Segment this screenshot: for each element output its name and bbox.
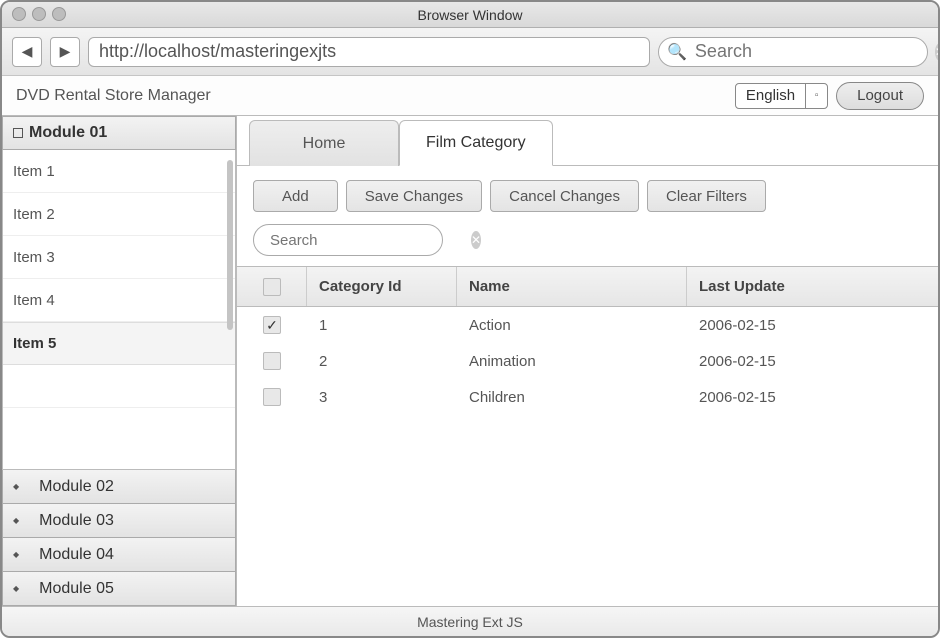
diamond-icon: ◆ — [13, 550, 19, 559]
search-icon: 🔍 — [667, 42, 687, 62]
col-name[interactable]: Name — [457, 267, 687, 306]
main-panel: HomeFilm Category Add Save Changes Cance… — [237, 116, 938, 606]
cell-id: 3 — [307, 389, 457, 406]
grid-body: ✓1Action2006-02-152Animation2006-02-153C… — [237, 307, 938, 606]
sidebar-item[interactable]: Item 5 — [3, 322, 235, 365]
clear-filters-button[interactable]: Clear Filters — [647, 180, 766, 212]
add-button[interactable]: Add — [253, 180, 338, 212]
grid-header-row: Category Id Name Last Update — [237, 267, 938, 307]
footer-text: Mastering Ext JS — [417, 614, 523, 630]
chevron-down-icon: ▫ — [805, 84, 827, 108]
tabs: HomeFilm Category — [237, 116, 938, 166]
traffic-close[interactable] — [12, 7, 26, 21]
cell-name: Children — [457, 389, 687, 406]
sidebar-item[interactable]: Item 2 — [3, 193, 235, 236]
collapse-icon — [13, 128, 23, 138]
window-title: Browser Window — [417, 7, 522, 23]
diamond-icon: ◆ — [13, 584, 19, 593]
toolbar: Add Save Changes Cancel Changes Clear Fi… — [237, 166, 938, 220]
nav-back-button[interactable]: ◀ — [12, 37, 42, 67]
sidebar-item[interactable]: Item 3 — [3, 236, 235, 279]
tab[interactable]: Film Category — [399, 120, 553, 166]
language-select[interactable]: English ▫ — [735, 83, 828, 109]
table-search[interactable]: ✕ — [253, 224, 443, 256]
browser-window: Browser Window ◀ ▶ 🔍 ✕ DVD Rental Store … — [0, 0, 940, 638]
module-title: Module 01 — [29, 124, 107, 142]
traffic-lights — [12, 7, 66, 21]
sidebar-module-collapsed[interactable]: ◆Module 03 — [2, 504, 236, 538]
table-search-input[interactable] — [268, 231, 471, 250]
scrollbar[interactable] — [227, 160, 233, 330]
diamond-icon: ◆ — [13, 516, 19, 525]
sidebar-item[interactable]: Item 4 — [3, 279, 235, 322]
cell-last-update: 2006-02-15 — [687, 317, 938, 334]
col-checkbox — [237, 267, 307, 306]
row-checkbox[interactable] — [263, 388, 281, 406]
sidebar: Module 01 Item 1Item 2Item 3Item 4Item 5… — [2, 116, 237, 606]
nav-forward-button[interactable]: ▶ — [50, 37, 80, 67]
col-last-update[interactable]: Last Update — [687, 267, 938, 306]
clear-table-search-icon[interactable]: ✕ — [471, 231, 481, 249]
app-header: DVD Rental Store Manager English ▫ Logou… — [2, 76, 938, 116]
cancel-button[interactable]: Cancel Changes — [490, 180, 639, 212]
sidebar-item-list: Item 1Item 2Item 3Item 4Item 5 — [2, 150, 236, 470]
sidebar-module-collapsed[interactable]: ◆Module 02 — [2, 470, 236, 504]
app-title: DVD Rental Store Manager — [16, 87, 211, 105]
browser-search[interactable]: 🔍 ✕ — [658, 37, 928, 67]
footer: Mastering Ext JS — [2, 606, 938, 636]
sidebar-collapsed-modules: ◆Module 02◆Module 03◆Module 04◆Module 05 — [2, 470, 236, 606]
cell-last-update: 2006-02-15 — [687, 353, 938, 370]
titlebar: Browser Window — [2, 2, 938, 28]
clear-search-icon[interactable]: ✕ — [935, 43, 940, 61]
data-grid: Category Id Name Last Update ✓1Action200… — [237, 266, 938, 606]
col-id[interactable]: Category Id — [307, 267, 457, 306]
sidebar-item-empty — [3, 365, 235, 408]
language-label: English — [736, 87, 805, 104]
table-row[interactable]: 3Children2006-02-15 — [237, 379, 938, 415]
traffic-min[interactable] — [32, 7, 46, 21]
sidebar-module-collapsed[interactable]: ◆Module 04 — [2, 538, 236, 572]
save-button[interactable]: Save Changes — [346, 180, 482, 212]
table-row[interactable]: 2Animation2006-02-15 — [237, 343, 938, 379]
sidebar-item[interactable]: Item 1 — [3, 150, 235, 193]
cell-name: Action — [457, 317, 687, 334]
app-body: Module 01 Item 1Item 2Item 3Item 4Item 5… — [2, 116, 938, 606]
logout-button[interactable]: Logout — [836, 82, 924, 110]
url-input[interactable] — [88, 37, 650, 67]
cell-id: 2 — [307, 353, 457, 370]
sidebar-module-active[interactable]: Module 01 — [2, 116, 236, 150]
table-row[interactable]: ✓ 1Action2006-02-15 — [237, 307, 938, 343]
sidebar-module-collapsed[interactable]: ◆Module 05 — [2, 572, 236, 606]
browser-toolbar: ◀ ▶ 🔍 ✕ — [2, 28, 938, 76]
traffic-max[interactable] — [52, 7, 66, 21]
cell-name: Animation — [457, 353, 687, 370]
tab[interactable]: Home — [249, 120, 399, 166]
cell-id: 1 — [307, 317, 457, 334]
row-checkbox[interactable] — [263, 352, 281, 370]
select-all-checkbox[interactable] — [263, 278, 281, 296]
browser-search-input[interactable] — [693, 40, 929, 63]
diamond-icon: ◆ — [13, 482, 19, 491]
row-checkbox[interactable]: ✓ — [263, 316, 281, 334]
cell-last-update: 2006-02-15 — [687, 389, 938, 406]
